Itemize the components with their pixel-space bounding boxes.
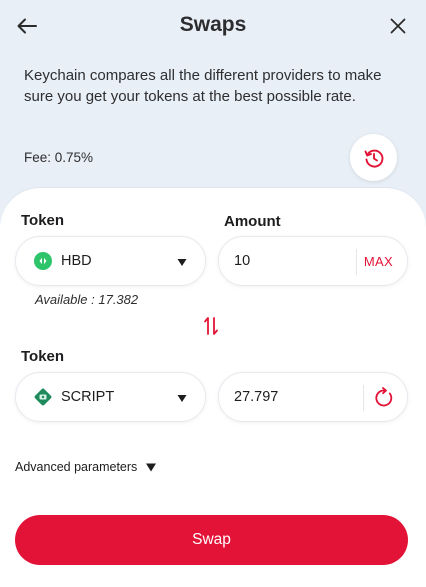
switch-tokens-button[interactable]	[199, 314, 223, 338]
caret-down-icon	[177, 259, 187, 266]
to-token-select[interactable]: SCRIPT	[15, 372, 206, 422]
swap-history-button[interactable]	[350, 134, 397, 181]
divider	[356, 249, 357, 275]
swap-arrows-icon	[204, 317, 218, 335]
swap-form-card: Token Amount HBD 10 MAX Available : 17.3…	[0, 188, 426, 587]
close-button[interactable]	[384, 12, 412, 40]
fee-text: Fee: 0.75%	[24, 150, 94, 165]
caret-down-icon	[146, 463, 157, 471]
from-token-label: Token	[21, 212, 65, 229]
hbd-token-icon	[34, 252, 52, 270]
script-token-icon	[34, 388, 52, 406]
amount-label: Amount	[224, 213, 281, 230]
to-token-name: SCRIPT	[61, 389, 115, 405]
refresh-icon	[375, 387, 393, 407]
swap-button[interactable]: Swap	[15, 515, 408, 565]
caret-down-icon	[177, 395, 187, 402]
close-icon	[390, 18, 406, 34]
amount-input[interactable]: 10 MAX	[218, 236, 408, 286]
header: Swaps	[0, 0, 426, 52]
swap-description: Keychain compares all the different prov…	[24, 67, 382, 105]
advanced-parameters-toggle[interactable]: Advanced parameters	[15, 460, 157, 474]
estimated-amount-value: 27.797	[234, 389, 279, 405]
advanced-parameters-label: Advanced parameters	[15, 460, 138, 474]
history-icon	[364, 149, 383, 168]
from-token-name: HBD	[61, 253, 92, 269]
available-balance: Available : 17.382	[35, 292, 139, 307]
max-button[interactable]: MAX	[364, 254, 393, 269]
estimated-amount-field: 27.797	[218, 372, 408, 422]
to-token-label: Token	[21, 348, 65, 365]
refresh-estimate-button[interactable]	[373, 387, 395, 409]
page-title: Swaps	[179, 13, 247, 36]
amount-value: 10	[234, 253, 251, 269]
from-token-select[interactable]: HBD	[15, 236, 206, 286]
divider	[363, 385, 364, 411]
